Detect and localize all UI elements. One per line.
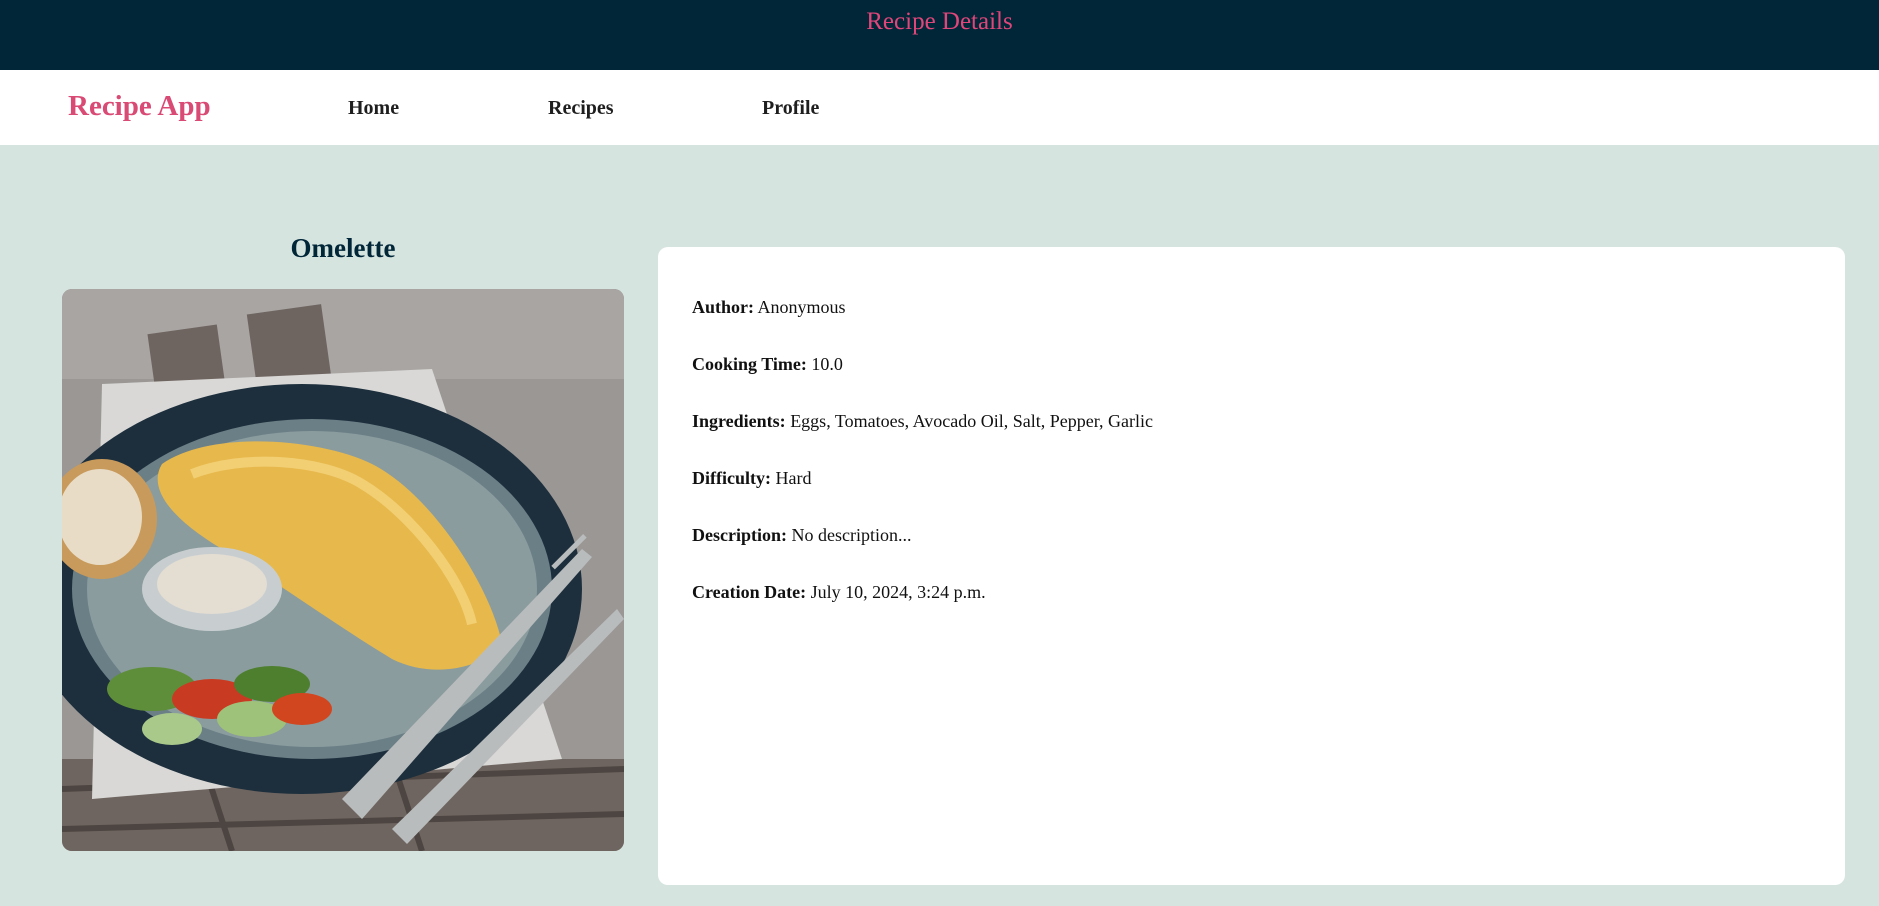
top-banner: Recipe Details [0, 0, 1879, 70]
navbar: Recipe App Home Recipes Profile [0, 70, 1879, 145]
detail-cooking-time-label: Cooking Time: [692, 354, 807, 374]
detail-description: Description: No description... [692, 525, 911, 546]
recipe-details-card: Author: Anonymous Cooking Time: 10.0 Ing… [658, 247, 1845, 885]
nav-link-profile[interactable]: Profile [762, 97, 819, 120]
detail-difficulty-value: Hard [775, 468, 812, 488]
detail-description-label: Description: [692, 525, 787, 545]
detail-difficulty: Difficulty: Hard [692, 468, 811, 489]
omelette-photo-icon [62, 289, 624, 851]
detail-description-value: No description... [791, 525, 912, 545]
detail-ingredients-label: Ingredients: [692, 411, 786, 431]
brand-link[interactable]: Recipe App [68, 90, 211, 123]
detail-ingredients: Ingredients: Eggs, Tomatoes, Avocado Oil… [692, 411, 1153, 432]
page-title: Recipe Details [866, 8, 1013, 35]
detail-difficulty-label: Difficulty: [692, 468, 771, 488]
detail-ingredients-value: Eggs, Tomatoes, Avocado Oil, Salt, Peppe… [790, 411, 1153, 431]
detail-creation-date: Creation Date: July 10, 2024, 3:24 p.m. [692, 582, 986, 603]
detail-creation-date-label: Creation Date: [692, 582, 807, 602]
detail-author-value: Anonymous [757, 297, 846, 317]
detail-cooking-time-value: 10.0 [811, 354, 843, 374]
detail-author-label: Author: [692, 297, 754, 317]
nav-link-recipes[interactable]: Recipes [548, 97, 614, 120]
detail-creation-date-value: July 10, 2024, 3:24 p.m. [810, 582, 986, 602]
recipe-image [62, 289, 624, 851]
nav-link-home[interactable]: Home [348, 97, 399, 120]
recipe-title: Omelette [290, 233, 396, 263]
detail-author: Author: Anonymous [692, 297, 846, 318]
detail-cooking-time: Cooking Time: 10.0 [692, 354, 843, 375]
